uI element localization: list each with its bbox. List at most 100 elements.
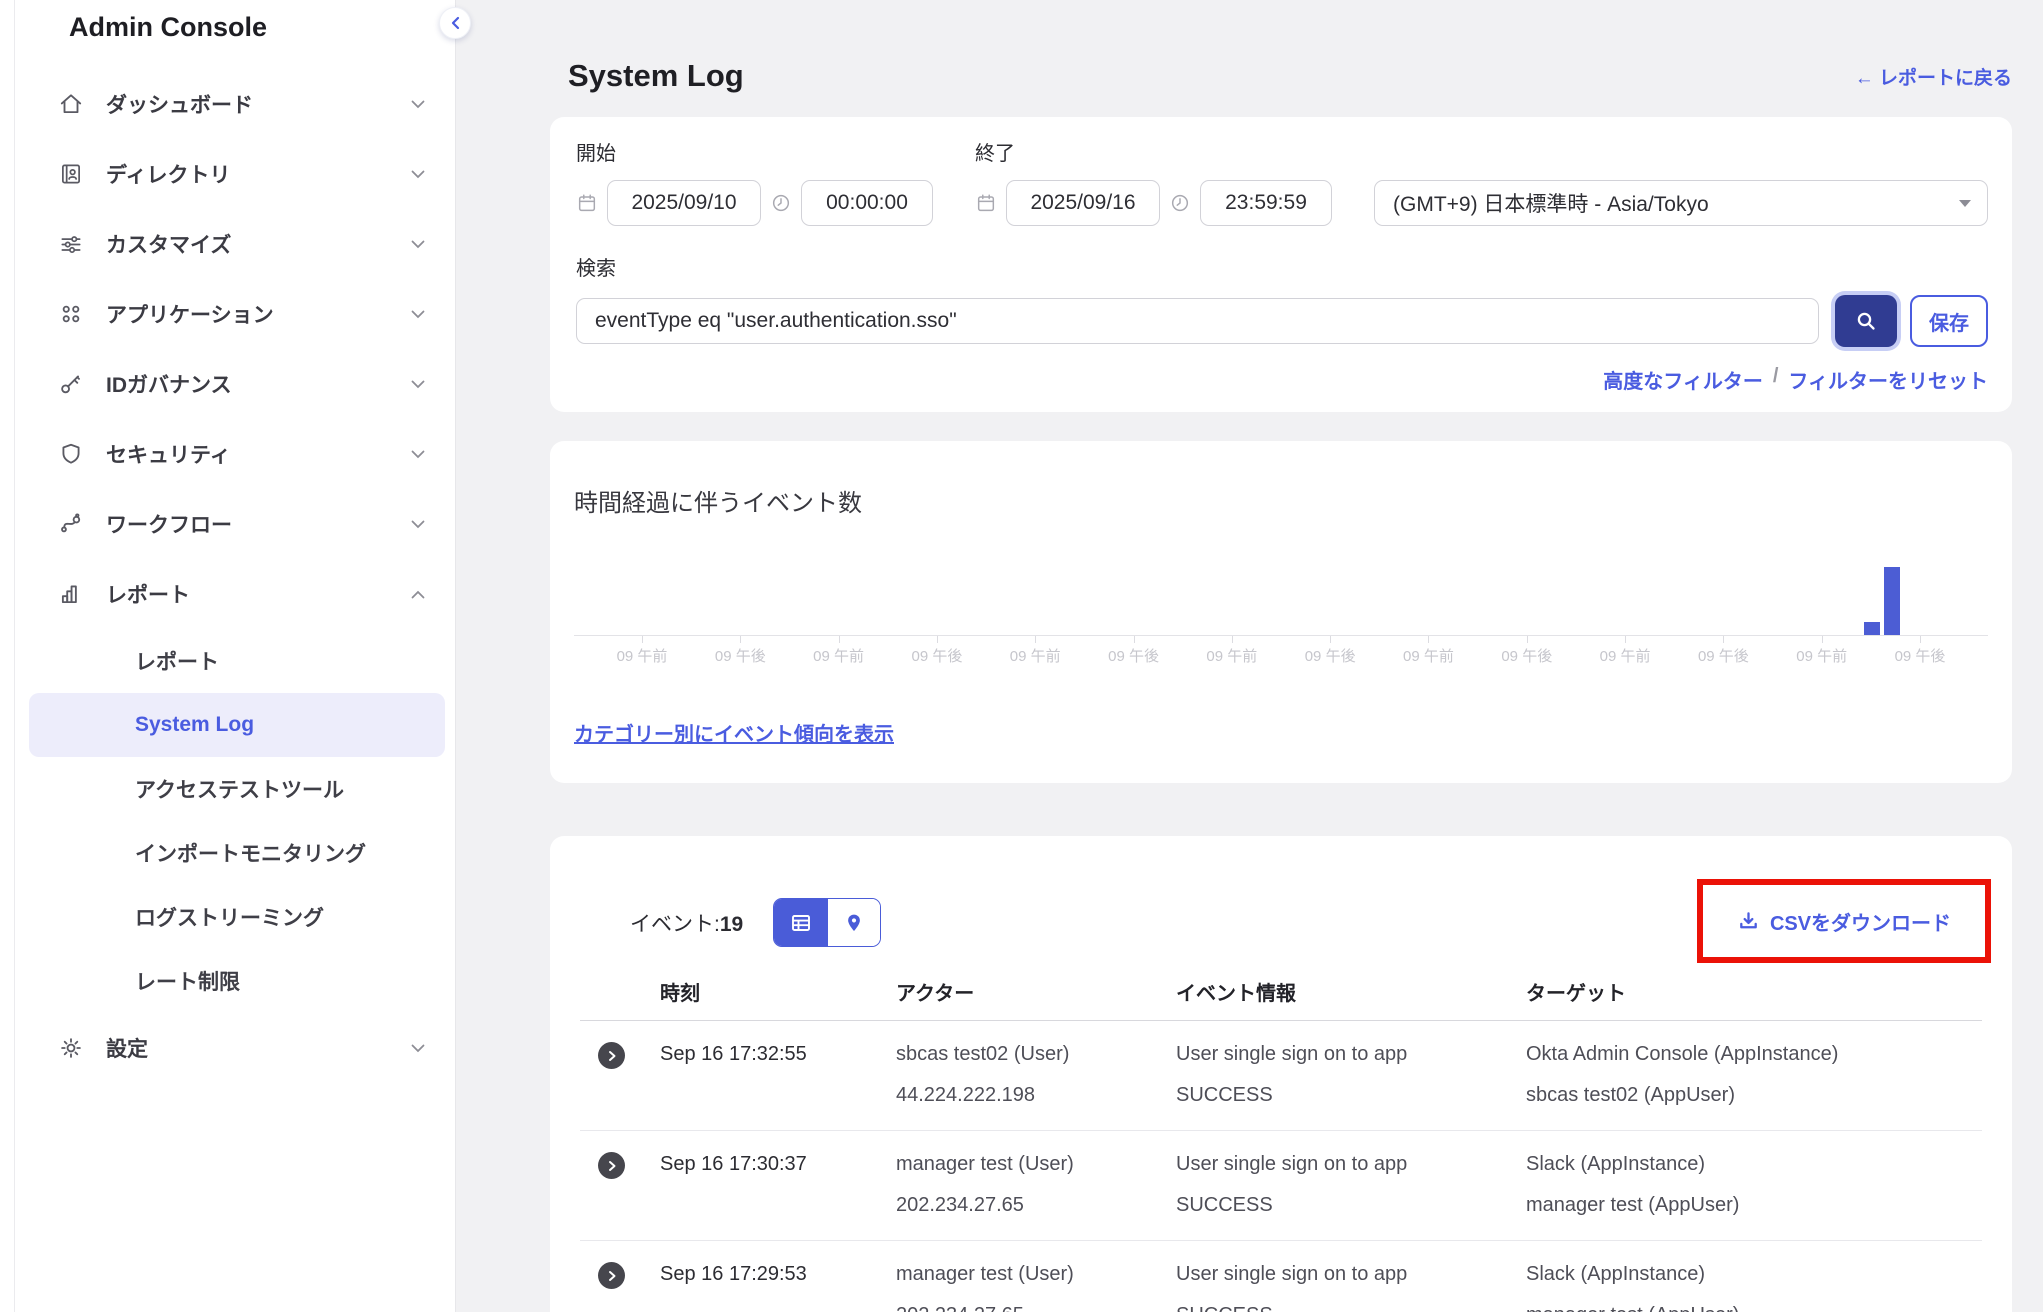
chart-bar	[1864, 622, 1880, 635]
search-button[interactable]	[1835, 295, 1897, 347]
table-header-spacer	[590, 977, 660, 1006]
collapse-sidebar-button[interactable]	[439, 7, 471, 39]
bar-chart-icon	[57, 581, 84, 608]
expand-row-button[interactable]	[598, 1152, 625, 1179]
sidebar-item-dashboard[interactable]: ダッシュボード	[15, 69, 455, 139]
map-pin-icon	[843, 912, 865, 934]
chevron-down-icon	[411, 100, 425, 109]
search-input[interactable]	[576, 298, 1819, 344]
red-highlight-box: CSVをダウンロード	[1697, 879, 1991, 963]
table-row: Sep 16 17:32:55 sbcas test02 (User)44.22…	[580, 1021, 1982, 1131]
sidebar-item-reports[interactable]: レポート	[15, 559, 455, 629]
end-label: 終了	[975, 137, 1332, 166]
sidebar-subitem-label: インポートモニタリング	[135, 838, 366, 868]
table-row: Sep 16 17:29:53 manager test (User)202.2…	[580, 1241, 1982, 1312]
calendar-icon	[975, 192, 997, 214]
chevron-up-icon	[411, 590, 425, 599]
sidebar-subitem-label: アクセステストツール	[135, 774, 344, 804]
column-header-actor: アクター	[896, 977, 1176, 1006]
chart-title: 時間経過に伴うイベント数	[574, 483, 1988, 518]
sidebar-item-label: セキュリティ	[106, 439, 231, 469]
events-panel: イベント:19 CSVをダウンロード	[550, 836, 2012, 1312]
chevron-left-icon	[450, 16, 461, 30]
save-button[interactable]: 保存	[1910, 295, 1988, 347]
table-row: Sep 16 17:30:37 manager test (User)202.2…	[580, 1131, 1982, 1241]
cell-target: Slack (AppInstance)manager test (AppUser…	[1526, 1261, 1982, 1312]
timezone-select[interactable]: (GMT+9) 日本標準時 - Asia/Tokyo	[1374, 180, 1988, 226]
sidebar: Admin Console ダッシュボード ディレクトリ	[15, 0, 456, 1312]
chevron-down-icon	[411, 1044, 425, 1053]
download-csv-button[interactable]: CSVをダウンロード	[1737, 907, 1951, 936]
map-view-button[interactable]	[827, 899, 880, 946]
chart-xaxis: 09 午前09 午後09 午前09 午後09 午前09 午後09 午前09 午後…	[574, 636, 1988, 672]
chevron-down-icon	[411, 520, 425, 529]
chevron-down-icon	[411, 310, 425, 319]
sliders-icon	[57, 231, 84, 258]
sidebar-item-applications[interactable]: アプリケーション	[15, 279, 455, 349]
sidebar-subitem-rate-limit[interactable]: レート制限	[29, 949, 445, 1013]
reset-filter-link[interactable]: フィルターをリセット	[1788, 365, 1988, 394]
sidebar-item-directory[interactable]: ディレクトリ	[15, 139, 455, 209]
view-toggle-group	[773, 898, 881, 947]
key-icon	[57, 371, 84, 398]
table-header-row: 時刻 アクター イベント情報 ターゲット	[580, 977, 1982, 1021]
workflow-icon	[57, 511, 84, 538]
search-label: 検索	[576, 252, 1988, 281]
category-trend-link[interactable]: カテゴリー別にイベント傾向を表示	[574, 718, 894, 747]
sidebar-item-id-governance[interactable]: IDガバナンス	[15, 349, 455, 419]
back-to-reports-link[interactable]: ← レポートに戻る	[1855, 63, 2012, 90]
clock-icon	[770, 192, 792, 214]
advanced-filter-link[interactable]: 高度なフィルター	[1603, 365, 1763, 394]
caret-down-icon	[1959, 200, 1971, 207]
clock-icon	[1169, 192, 1191, 214]
sidebar-subitem-label: レポート	[135, 646, 219, 676]
sidebar-subitem-label: ログストリーミング	[135, 902, 324, 932]
filter-panel: 開始 終了	[550, 117, 2012, 412]
chevron-down-icon	[411, 380, 425, 389]
chart-bar	[1884, 567, 1900, 635]
cell-time: Sep 16 17:30:37	[660, 1151, 896, 1218]
events-count: イベント:19	[630, 908, 743, 938]
cell-event-info: User single sign on to appSUCCESS	[1176, 1151, 1526, 1218]
cell-event-info: User single sign on to appSUCCESS	[1176, 1041, 1526, 1108]
app-window: Admin Console ダッシュボード ディレクトリ	[0, 0, 2043, 1312]
column-header-target: ターゲット	[1526, 977, 1982, 1006]
sidebar-subitem-system-log[interactable]: System Log	[29, 693, 445, 757]
sidebar-subitem-reports[interactable]: レポート	[29, 629, 445, 693]
expand-row-button[interactable]	[598, 1042, 625, 1069]
sidebar-item-label: アプリケーション	[106, 299, 274, 329]
cell-actor: sbcas test02 (User)44.224.222.198	[896, 1041, 1176, 1108]
start-time-input[interactable]	[801, 180, 933, 226]
sidebar-item-security[interactable]: セキュリティ	[15, 419, 455, 489]
chevron-right-icon	[607, 1270, 617, 1282]
events-count-label: イベント:	[630, 913, 720, 936]
sidebar-subitem-import-monitoring[interactable]: インポートモニタリング	[29, 821, 445, 885]
sidebar-item-customize[interactable]: カスタマイズ	[15, 209, 455, 279]
events-chart-panel: 時間経過に伴うイベント数 09 午前09 午後09 午前09 午後09 午前09…	[550, 441, 2012, 783]
start-date-input[interactable]	[607, 180, 761, 226]
sidebar-item-workflow[interactable]: ワークフロー	[15, 489, 455, 559]
gear-icon	[57, 1035, 84, 1062]
end-date-input[interactable]	[1006, 180, 1160, 226]
chevron-right-icon	[607, 1160, 617, 1172]
page-title: System Log	[568, 58, 744, 94]
start-label: 開始	[576, 137, 933, 166]
chevron-down-icon	[411, 170, 425, 179]
end-time-input[interactable]	[1200, 180, 1332, 226]
chevron-down-icon	[411, 240, 425, 249]
chevron-right-icon	[607, 1050, 617, 1062]
sidebar-subitem-log-streaming[interactable]: ログストリーミング	[29, 885, 445, 949]
chevron-down-icon	[411, 450, 425, 459]
calendar-icon	[576, 192, 598, 214]
table-view-button[interactable]	[774, 899, 827, 946]
left-rail	[0, 0, 15, 1312]
home-icon	[57, 91, 84, 118]
app-title: Admin Console	[15, 0, 455, 43]
sidebar-item-label: ディレクトリ	[106, 159, 231, 189]
sidebar-item-settings[interactable]: 設定	[15, 1013, 455, 1083]
events-count-value: 19	[720, 913, 743, 936]
expand-row-button[interactable]	[598, 1262, 625, 1289]
timezone-value: (GMT+9) 日本標準時 - Asia/Tokyo	[1393, 188, 1709, 218]
sidebar-item-label: 設定	[106, 1033, 148, 1063]
sidebar-subitem-access-test-tool[interactable]: アクセステストツール	[29, 757, 445, 821]
